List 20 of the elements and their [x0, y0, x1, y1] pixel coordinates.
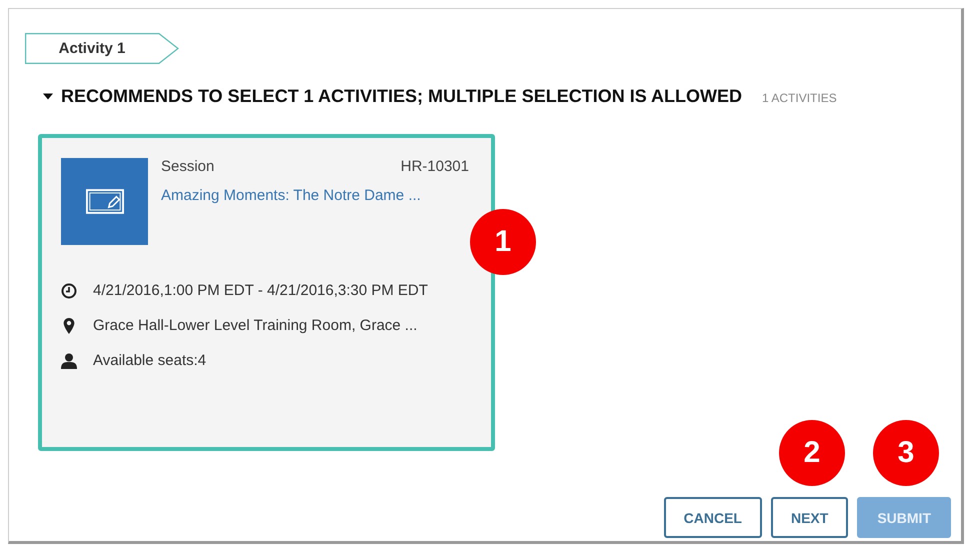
callout-badge: 2: [779, 420, 845, 486]
step-tab[interactable]: Activity 1: [25, 33, 179, 64]
caret-icon[interactable]: [43, 93, 53, 100]
action-button[interactable]: NEXT: [770, 497, 848, 538]
clock-icon: [61, 282, 77, 298]
callout-badge: 1: [470, 209, 536, 275]
action-button[interactable]: CANCEL: [664, 497, 762, 538]
edit-icon: [86, 189, 124, 214]
location-pin-icon: [61, 318, 77, 334]
person-icon: [61, 352, 77, 368]
section-heading: RECOMMENDS TO SELECT 1 ACTIVITIES; MULTIPLE SELECTION IS ALLOWED: [61, 86, 742, 107]
activity-datetime: 4/21/2016,1:00 PM EDT - 4/21/2016,3:30 PM EDT: [93, 282, 428, 299]
activity-code: HR-10301: [400, 158, 469, 175]
activity-type: Session: [161, 158, 214, 175]
callout-badge: 3: [873, 420, 939, 486]
activity-title-link[interactable]: Amazing Moments: The Notre Dame ...: [161, 187, 469, 204]
activity-count: 1 ACTIVITIES: [762, 91, 837, 105]
available-seats: Available seats:4: [93, 352, 206, 369]
activity-card[interactable]: Session HR-10301 Amazing Moments: The Notre Dame ... 4/21/2016,1:00 PM EDT - 4/21/2016,3:30 PM EDT Grace Hall-Lower Level Training Room, Grace ... Available seats:4: [38, 134, 495, 451]
activity-location: Grace Hall-Lower Level Training Room, Grace ...: [93, 317, 418, 334]
